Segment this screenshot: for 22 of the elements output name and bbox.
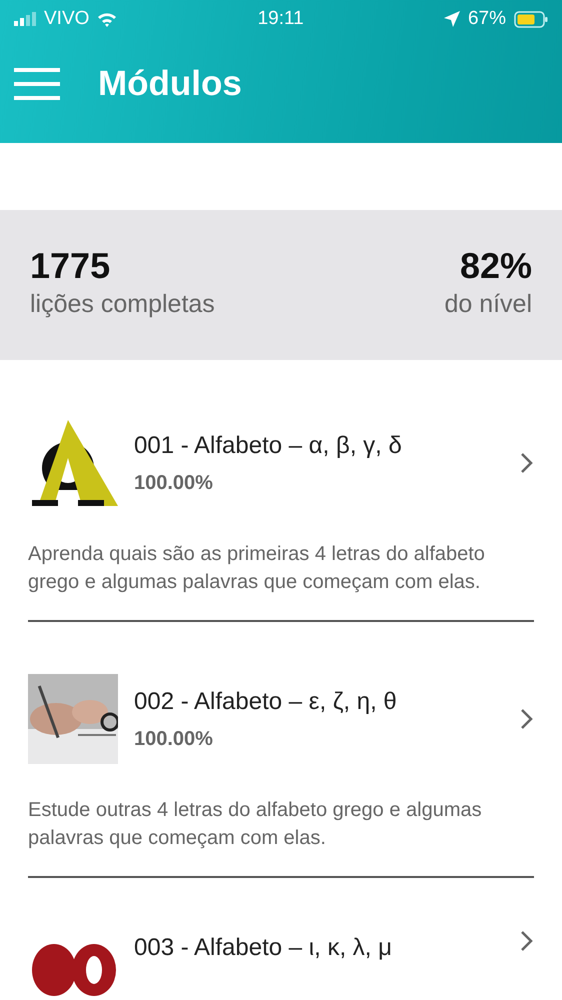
module-title: 002 - Alfabeto – ε, ζ, η, θ xyxy=(134,687,398,717)
stat-label: lições completas xyxy=(30,289,215,320)
signal-icon xyxy=(14,12,36,26)
stat-value: 82% xyxy=(458,246,532,286)
battery-percent: 67% xyxy=(468,6,506,31)
module-description: Estude outras 4 letras do alfabeto grego e algumas palavras que começam com elas. xyxy=(28,798,483,851)
chevron-right-icon xyxy=(520,708,534,730)
module-description: Aprenda quais são as primeiras 4 letras do alfabeto grego e algumas palavras que começam com elas. xyxy=(28,542,486,595)
module-title: 001 - Alfabeto – α, β, γ, δ xyxy=(134,431,403,461)
page-title: Módulos xyxy=(98,62,242,105)
module-title: 003 - Alfabeto – ι, κ, λ, μ xyxy=(134,933,393,963)
status-time: 19:11 xyxy=(258,6,304,31)
carrier-name: VIVO xyxy=(44,6,90,31)
stat-value: 1775 xyxy=(30,246,112,286)
battery-icon xyxy=(514,10,548,28)
wifi-icon xyxy=(97,12,118,26)
menu-icon[interactable] xyxy=(14,68,60,100)
stat-label: do nível xyxy=(444,289,532,320)
chevron-right-icon xyxy=(520,930,534,952)
chevron-right-icon xyxy=(520,452,534,474)
module-item[interactable]: 003 - Alfabeto – ι, κ, λ, μ xyxy=(28,930,534,1000)
location-arrow-icon xyxy=(444,11,460,27)
